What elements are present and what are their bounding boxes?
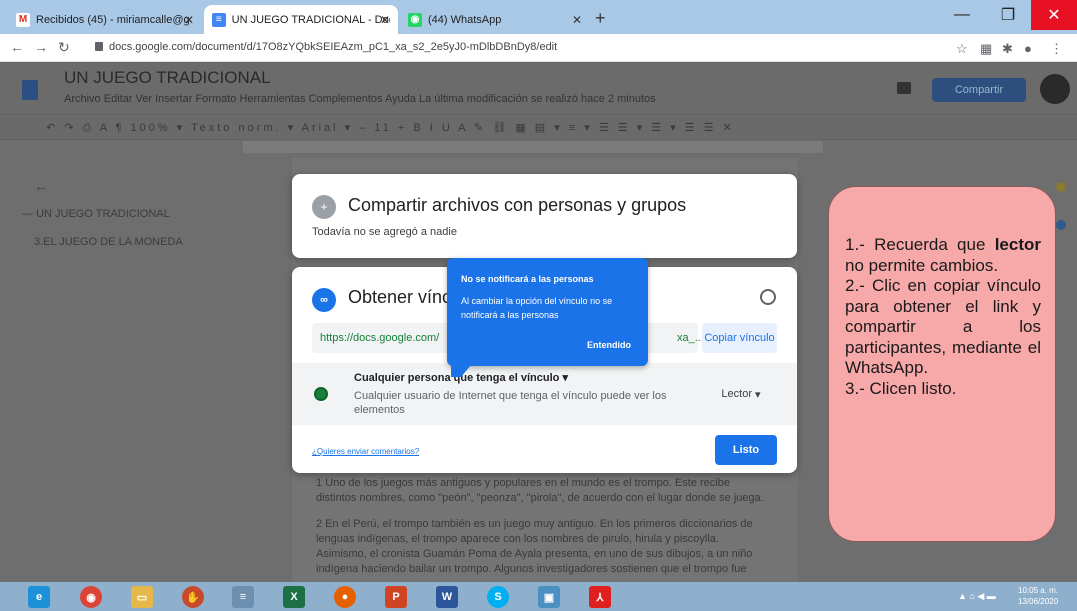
note-text: 1.- Recuerda que lector no permite cambi… [845,235,1041,399]
access-description: Cualquier usuario de Internet que tenga … [354,390,667,416]
avatar[interactable] [1040,74,1070,104]
notepad-icon[interactable]: ≡ [232,586,254,608]
whatsapp-icon: ◉ [408,12,422,27]
word-icon[interactable]: W [436,586,458,608]
window-close-button[interactable]: ✕ [1031,0,1077,30]
hand-icon[interactable]: ✋ [182,586,204,608]
comment-icon[interactable] [897,82,911,94]
extension-icon[interactable]: ▦ [980,41,992,57]
share-button[interactable]: Compartir [932,78,1026,102]
tab-gmail[interactable]: M Recibidos (45) - miriamcalle@g ✕ [8,5,202,34]
bookmark-star-icon[interactable]: ☆ [956,41,968,57]
body-line: indígena haciendo bailar un trompo. Algu… [316,563,747,575]
powerpoint-icon[interactable]: P [385,586,407,608]
done-button[interactable]: Listo [715,435,777,465]
reload-icon[interactable]: ↻ [58,39,70,56]
toolbar-buttons[interactable]: ↶ ↷ ⎙ A ¶ 100% ▾ Texto norm. ▾ Arial ▾ –… [46,121,735,135]
tooltip-arrow [451,365,471,377]
note-bold-word: lector [994,235,1041,254]
share-people-title: Compartir archivos con personas y grupos [348,195,687,215]
note-step-3: 3.- Clicen listo. [845,378,957,398]
document-title[interactable]: UN JUEGO TRADICIONAL [64,68,271,88]
outline-back-icon[interactable]: ← [34,178,48,194]
close-icon[interactable]: ✕ [572,13,582,27]
forward-icon[interactable]: → [34,39,48,55]
clock-date: 13/06/2020 [1018,597,1059,606]
maximize-button[interactable]: ❐ [985,0,1031,30]
docs-header: UN JUEGO TRADICIONAL Archivo Editar Ver … [0,62,1077,114]
globe-icon [314,387,328,401]
chevron-down-icon: ▾ [755,388,761,401]
tooltip-body: Al cambiar la opción del vínculo no se n… [461,296,613,320]
tab-docs[interactable]: ≡ UN JUEGO TRADICIONAL - Doc ✕ [204,5,398,34]
chevron-down-icon: ▾ [562,372,568,384]
tab-label: UN JUEGO TRADICIONAL - Doc [231,13,390,26]
keep-icon[interactable] [1056,182,1066,192]
tooltip-title: No se notificará a las personas [461,274,594,284]
share-people-card: + Compartir archivos con personas y grup… [292,174,797,258]
docs-menu-bar[interactable]: Archivo Editar Ver Insertar Formato Herr… [64,93,656,105]
gmail-icon: M [16,12,30,27]
body-line: distintos nombres, como "peón", "peonza"… [316,492,764,504]
note-step-1: 1.- Recuerda que [845,235,986,254]
menu-icon[interactable]: ⋮ [1050,41,1063,57]
body-line: lenguas indígenas, el trompo aparece con… [316,533,719,545]
role-label: Lector [721,388,752,400]
docs-icon: ≡ [212,12,226,27]
profile-icon[interactable]: ● [1024,41,1032,56]
url-field[interactable]: docs.google.com/document/d/17O8zYQbkSEIE… [95,41,557,53]
body-line: 2 En el Perú, el trompo también es un ju… [316,518,753,530]
tasks-icon[interactable] [1056,220,1066,230]
outline-item[interactable]: 3.EL JUEGO DE LA MONEDA [34,236,183,248]
taskbar: e ◉ ▭ ✋ ≡ X ● P W S ▣ ⅄ ▲ ⌂ ◀ ▬ 10:05 a.… [0,582,1077,611]
link-field-tail: xa_... [677,332,704,344]
close-icon[interactable]: ✕ [184,13,194,27]
tab-label: Recibidos (45) - miriamcalle@g [36,13,190,26]
body-line: 1 Uno de los juegos más antiguos y popul… [316,477,730,489]
outline-item[interactable]: — UN JUEGO TRADICIONAL [22,208,170,220]
add-person-icon: + [312,195,336,219]
clock[interactable]: 10:05 a. m. 13/06/2020 [1018,585,1058,607]
note-step-2: 2.- Clic en copiar vínculo para obtener … [845,276,1041,377]
puzzle-icon[interactable]: ✱ [1002,41,1013,57]
ruler [243,141,823,153]
pdf-icon[interactable]: ⅄ [589,586,611,608]
got-it-button[interactable]: Entendido [587,340,631,350]
clock-time: 10:05 a. m. [1018,586,1059,595]
feedback-link[interactable]: ¿Quieres enviar comentarios? [312,447,419,456]
link-icon: ∞ [312,288,336,312]
note-step-1-end: no permite cambios. [845,255,999,275]
browser-tab-strip: M Recibidos (45) - miriamcalle@g ✕ ≡ UN … [0,0,1077,34]
instruction-note: 1.- Recuerda que lector no permite cambi… [828,186,1056,542]
ie-icon[interactable]: e [28,586,50,608]
picture-icon[interactable]: ▣ [538,586,560,608]
notification-tooltip: No se notificará a las personas Al cambi… [447,258,648,366]
tab-label: (44) WhatsApp [428,13,502,26]
back-icon[interactable]: ← [10,39,24,55]
gear-icon[interactable] [760,289,776,305]
folder-icon[interactable]: ▭ [131,586,153,608]
new-tab-button[interactable]: + [595,8,606,29]
address-bar: ← → ↻ docs.google.com/document/d/17O8zYQ… [0,34,1077,62]
copy-link-button[interactable]: Copiar vínculo [702,323,777,353]
close-icon[interactable]: ✕ [380,13,390,27]
tab-whatsapp[interactable]: ◉ (44) WhatsApp ✕ [400,5,590,34]
system-tray[interactable]: ▲ ⌂ ◀ ▬ [958,591,996,602]
lock-icon [95,42,103,51]
chrome-icon[interactable]: ◉ [80,586,102,608]
excel-icon[interactable]: X [283,586,305,608]
share-people-subtitle: Todavía no se agregó a nadie [312,226,457,238]
outline-item-label: UN JUEGO TRADICIONAL [36,208,170,220]
minimize-button[interactable]: — [939,0,985,30]
docs-logo-icon [22,80,38,100]
body-line: Asimismo, el cronista Guamán Poma de Aya… [316,548,753,560]
docs-toolbar: ↶ ↷ ⎙ A ¶ 100% ▾ Texto norm. ▾ Arial ▾ –… [0,114,1077,140]
url-text: docs.google.com/document/d/17O8zYQbkSEIE… [109,41,558,53]
access-row: Cualquier persona que tenga el vínculo ▾… [292,363,797,425]
firefox-icon[interactable]: ● [334,586,356,608]
skype-icon[interactable]: S [487,586,509,608]
role-select[interactable]: Lector ▾ [708,379,774,409]
